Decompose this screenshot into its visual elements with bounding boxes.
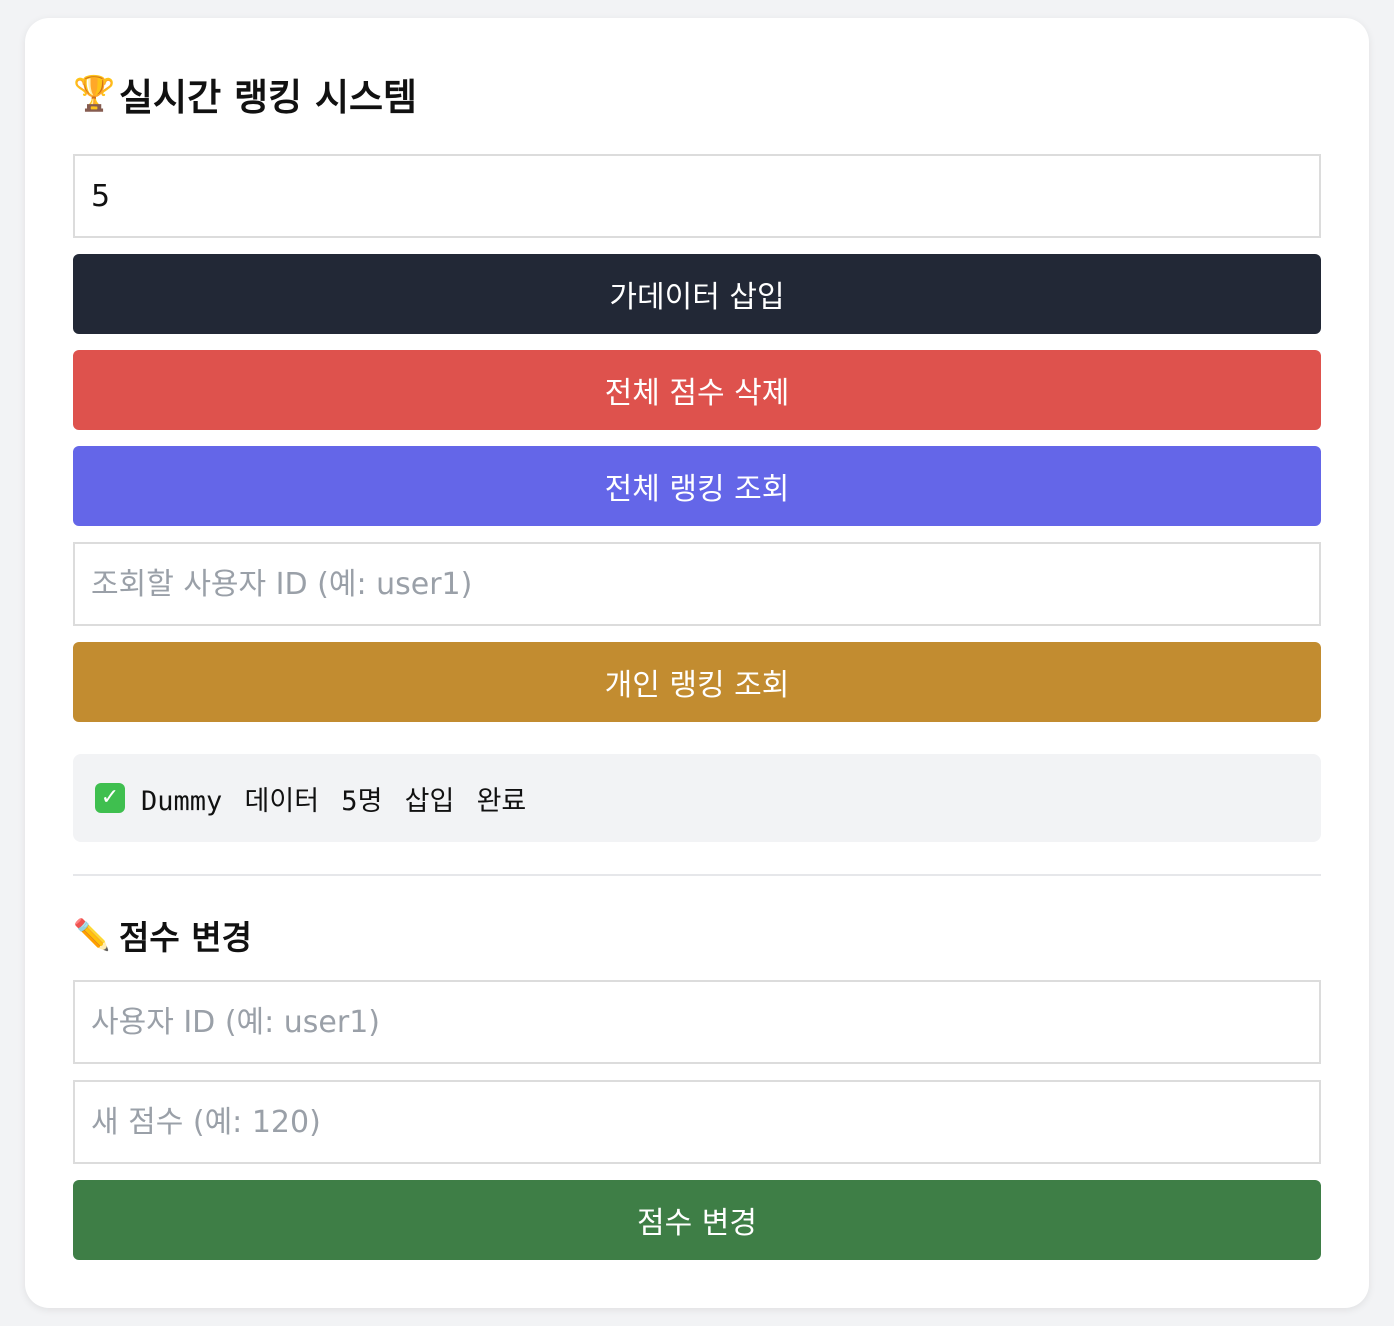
trophy-icon: 🏆 [73,74,116,114]
dummy-count-input[interactable] [73,154,1321,238]
score-change-title: ✏️ 점수 변경 [73,914,252,958]
view-personal-ranking-button[interactable]: 개인 랭킹 조회 [73,642,1321,722]
view-all-ranking-button[interactable]: 전체 랭킹 조회 [73,446,1321,526]
pencil-icon: ✏️ [73,917,111,953]
check-icon: ✓ [95,783,125,813]
delete-all-scores-label: 전체 점수 삭제 [604,376,790,411]
view-all-ranking-label: 전체 랭킹 조회 [604,472,790,507]
page-title-text: 실시간 랭킹 시스템 [119,76,418,119]
lookup-user-id-input[interactable] [73,542,1321,626]
new-score-input[interactable] [73,1080,1321,1164]
page-title: 🏆 실시간 랭킹 시스템 [73,72,417,119]
change-user-id-input[interactable] [73,980,1321,1064]
section-divider [73,874,1321,876]
insert-dummy-data-button[interactable]: 가데이터 삽입 [73,254,1321,334]
status-text: Dummy 데이터 5명 삽입 완료 [141,785,527,817]
score-change-title-text: 점수 변경 [119,918,252,957]
view-personal-ranking-label: 개인 랭킹 조회 [604,668,790,703]
change-score-button[interactable]: 점수 변경 [73,1180,1321,1260]
status-message: ✓ Dummy 데이터 5명 삽입 완료 [73,754,1321,842]
delete-all-scores-button[interactable]: 전체 점수 삭제 [73,350,1321,430]
change-score-label: 점수 변경 [637,1206,757,1241]
insert-dummy-data-label: 가데이터 삽입 [609,280,785,315]
ranking-card: 🏆 실시간 랭킹 시스템 가데이터 삽입 전체 점수 삭제 전체 랭킹 조회 개… [25,18,1369,1308]
